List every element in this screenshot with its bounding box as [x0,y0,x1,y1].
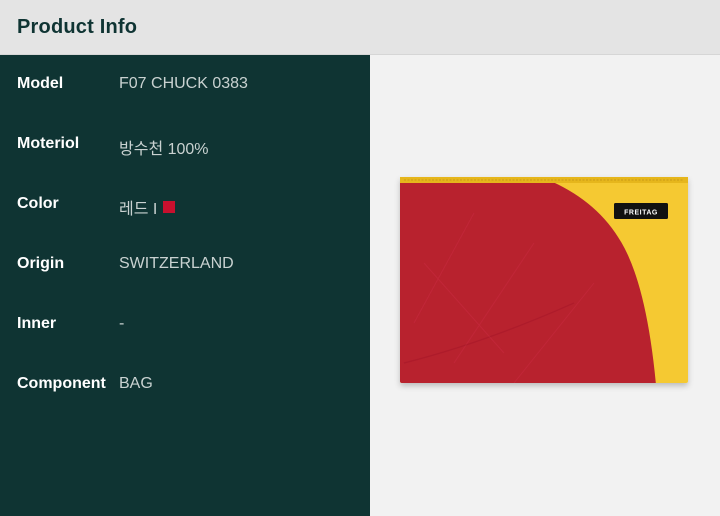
spec-value: SWITZERLAND [119,255,234,272]
spec-row-origin: Origin SWITZERLAND [0,253,370,277]
spec-value: BAG [119,375,153,392]
spec-label: Component [17,375,106,392]
spec-row-model: Model F07 CHUCK 0383 [0,73,370,97]
product-image-panel: FREITAG [370,55,720,516]
spec-label: Origin [17,255,65,272]
brand-tag: FREITAG [614,203,668,219]
header-bar: Product Info [0,0,720,55]
spec-label: Model [17,75,64,92]
color-swatch [163,201,176,213]
product-image: FREITAG [400,177,688,383]
spec-value: F07 CHUCK 0383 [119,75,248,92]
spec-row-inner: Inner - [0,313,370,337]
spec-label: Inner [17,315,57,332]
spec-label: Moteriol [17,135,80,152]
spec-value: 방수천 100% [119,141,209,158]
spec-value-wrap: 레드 I [119,195,176,219]
spec-label: Color [17,195,59,212]
spec-row-material: Moteriol 방수천 100% [0,133,370,158]
spec-value: - [119,315,125,332]
brand-tag-text: FREITAG [624,210,658,217]
spec-panel: Model F07 CHUCK 0383 Moteriol 방수천 100% C… [0,55,370,516]
page-title: Product Info [17,16,138,38]
spec-value: 레드 I [119,201,158,218]
spec-row-color: Color 레드 I [0,193,370,219]
spec-row-component: Component BAG [0,373,370,397]
